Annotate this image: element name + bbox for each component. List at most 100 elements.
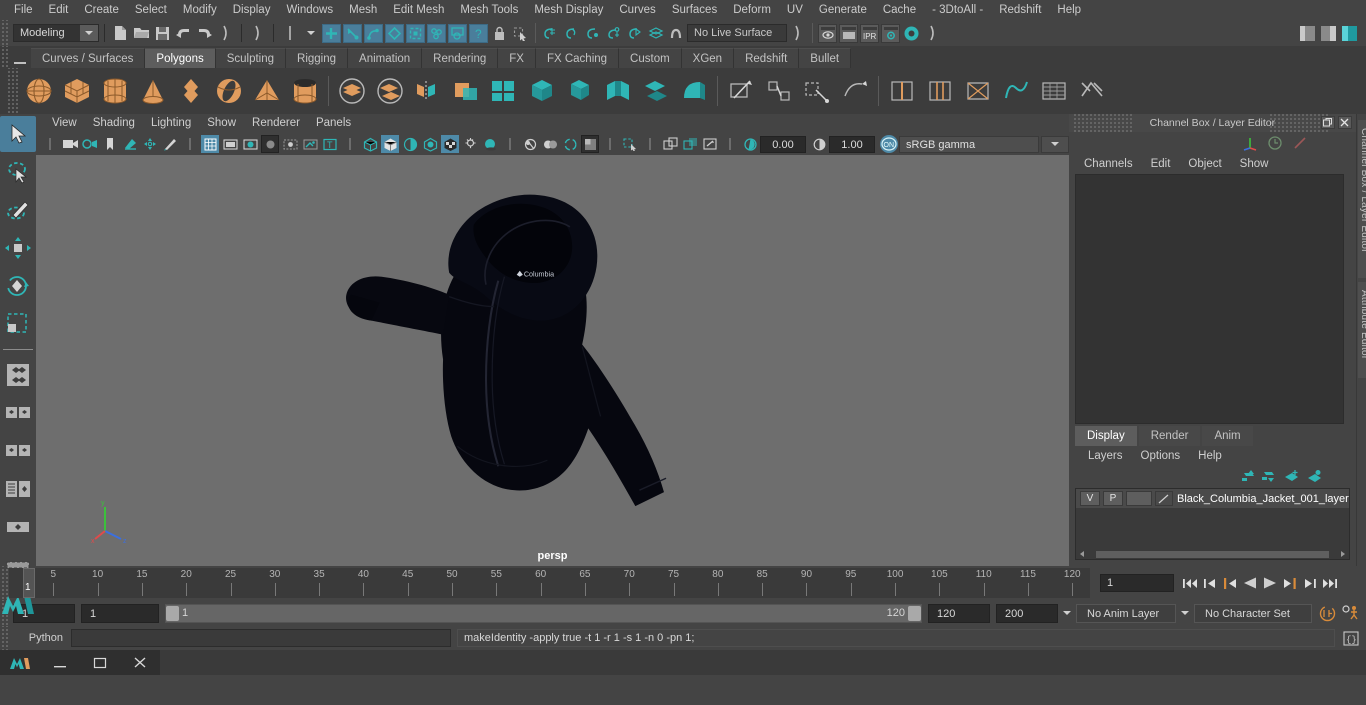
current-frame-field[interactable]: 1 xyxy=(1100,574,1174,592)
xray-icon[interactable] xyxy=(301,135,319,153)
new-layer-from-selected-icon[interactable] xyxy=(1305,467,1323,485)
bookmark-icon[interactable] xyxy=(101,135,119,153)
menu-item-mesh[interactable]: Mesh xyxy=(341,0,385,20)
poly-pyramid-icon[interactable] xyxy=(250,74,284,108)
camera-attributes-icon[interactable] xyxy=(81,135,99,153)
film-gate-icon[interactable] xyxy=(221,135,239,153)
layer-name[interactable]: Black_Columbia_Jacket_001_layer xyxy=(1177,493,1349,505)
append-polygon-icon[interactable] xyxy=(639,74,673,108)
play-backwards-icon[interactable] xyxy=(1241,574,1259,592)
new-layer-icon[interactable] xyxy=(1282,467,1300,485)
expand-sidebar-icon[interactable] xyxy=(788,24,807,43)
exposure-field[interactable]: 0.00 xyxy=(760,135,806,153)
color-space-field[interactable]: sRGB gamma xyxy=(899,135,1039,153)
undo-icon[interactable] xyxy=(174,24,193,43)
command-language-label[interactable]: Python xyxy=(9,632,71,644)
layer-menu-options[interactable]: Options xyxy=(1132,446,1190,466)
menu-item-generate[interactable]: Generate xyxy=(811,0,875,20)
tear-off-view-icon[interactable] xyxy=(681,135,699,153)
poly-platonic-icon[interactable] xyxy=(174,74,208,108)
duplicate-view-icon[interactable] xyxy=(661,135,679,153)
shelf-tab-curves-surfaces[interactable]: Curves / Surfaces xyxy=(31,48,146,68)
shaded-wireframe-icon[interactable] xyxy=(401,135,419,153)
bevel-icon[interactable] xyxy=(563,74,597,108)
show-hide-attribute-editor-icon[interactable] xyxy=(1319,24,1338,43)
clock-icon[interactable] xyxy=(1266,134,1284,152)
move-layer-down-icon[interactable] xyxy=(1259,467,1277,485)
crease-icon[interactable] xyxy=(1075,74,1109,108)
shelf-tab-rendering[interactable]: Rendering xyxy=(422,48,499,68)
menu-item-help[interactable]: Help xyxy=(1049,0,1089,20)
persp-graph-layout[interactable] xyxy=(0,471,36,507)
rotate-tool[interactable] xyxy=(0,268,36,304)
range-handle-right[interactable] xyxy=(908,605,921,621)
bridge-icon[interactable] xyxy=(601,74,635,108)
gamma-field[interactable]: 1.00 xyxy=(829,135,875,153)
snap-point-icon[interactable] xyxy=(583,24,602,43)
lock-icon[interactable] xyxy=(490,24,509,43)
menu-item-surfaces[interactable]: Surfaces xyxy=(664,0,725,20)
smooth-shade-icon[interactable] xyxy=(381,135,399,153)
isolate-select-icon[interactable] xyxy=(581,135,599,153)
viewport-menu-panels[interactable]: Panels xyxy=(308,114,359,133)
viewport-menu-show[interactable]: Show xyxy=(199,114,244,133)
four-view-layout[interactable] xyxy=(0,357,36,393)
scroll-left-icon[interactable] xyxy=(1078,550,1086,558)
snap-magnet-icon[interactable] xyxy=(667,24,686,43)
ambient-occlusion-icon[interactable] xyxy=(481,135,499,153)
deformer-mask-icon[interactable] xyxy=(406,23,425,43)
menu-item-redshift[interactable]: Redshift xyxy=(991,0,1049,20)
shelf-tab-fx[interactable]: FX xyxy=(498,48,536,68)
show-hide-tool-settings-icon[interactable] xyxy=(1340,24,1359,43)
select-tool[interactable] xyxy=(0,116,36,152)
select-camera-icon[interactable] xyxy=(61,135,79,153)
menuset-selector[interactable]: Modeling xyxy=(13,24,99,42)
menu-item-uv[interactable]: UV xyxy=(779,0,811,20)
save-scene-icon[interactable] xyxy=(153,24,172,43)
viewport-3d-canvas[interactable]: Columbia y z x persp xyxy=(36,155,1069,566)
shelf-tab-animation[interactable]: Animation xyxy=(348,48,423,68)
step-forward-keyframe-icon[interactable] xyxy=(1301,574,1319,592)
shelf-menu-icon[interactable] xyxy=(9,58,31,68)
viewport-menu-shading[interactable]: Shading xyxy=(85,114,143,133)
color-space-dropdown-arrow[interactable] xyxy=(1041,135,1069,153)
xray-joints-icon[interactable] xyxy=(621,135,639,153)
menu-item-create[interactable]: Create xyxy=(76,0,127,20)
light-shading-icon[interactable] xyxy=(441,135,459,153)
viewport-menu-renderer[interactable]: Renderer xyxy=(244,114,308,133)
snap-grid-icon[interactable] xyxy=(541,24,560,43)
select-object-icon[interactable] xyxy=(248,24,267,43)
two-pane-layout[interactable] xyxy=(0,395,36,431)
multicut-icon[interactable] xyxy=(724,74,758,108)
shelf-tab-redshift[interactable]: Redshift xyxy=(734,48,800,68)
tab-display[interactable]: Display xyxy=(1075,426,1137,446)
hypershade-icon[interactable] xyxy=(902,24,921,43)
open-scene-icon[interactable] xyxy=(132,24,151,43)
poke-icon[interactable] xyxy=(961,74,995,108)
motion-blur-icon[interactable] xyxy=(521,135,539,153)
hypershade-layout[interactable] xyxy=(0,509,36,545)
menu-item-cache[interactable]: Cache xyxy=(875,0,924,20)
close-icon[interactable] xyxy=(129,652,151,674)
poly-cone-icon[interactable] xyxy=(136,74,170,108)
sculpt-icon[interactable] xyxy=(838,74,872,108)
dynamics-mask-icon[interactable] xyxy=(427,23,446,43)
shelf-icons-grip[interactable] xyxy=(6,68,20,114)
hardware-texture-icon[interactable] xyxy=(421,135,439,153)
layer-visibility-toggle[interactable]: V xyxy=(1080,491,1100,506)
layer-menu-help[interactable]: Help xyxy=(1189,446,1231,466)
character-set-dropdown-arrow[interactable] xyxy=(1176,604,1194,623)
panel-title-bar[interactable]: Channel Box / Layer Editor xyxy=(1069,114,1356,132)
lasso-select-tool[interactable] xyxy=(0,154,36,190)
texture-border-icon[interactable]: T xyxy=(321,135,339,153)
menu-item-file[interactable]: File xyxy=(6,0,41,20)
combine-icon[interactable] xyxy=(335,74,369,108)
select-tool-icon[interactable] xyxy=(511,24,530,43)
rendering-mask-icon[interactable] xyxy=(448,23,467,43)
poly-sphere-icon[interactable] xyxy=(22,74,56,108)
play-forwards-icon[interactable] xyxy=(1261,574,1279,592)
viewport-menu-lighting[interactable]: Lighting xyxy=(143,114,199,133)
channel-menu-object[interactable]: Object xyxy=(1179,154,1230,174)
chevron-down-small-icon[interactable] xyxy=(301,24,320,43)
ipr-render-icon[interactable]: IPR xyxy=(860,23,879,43)
